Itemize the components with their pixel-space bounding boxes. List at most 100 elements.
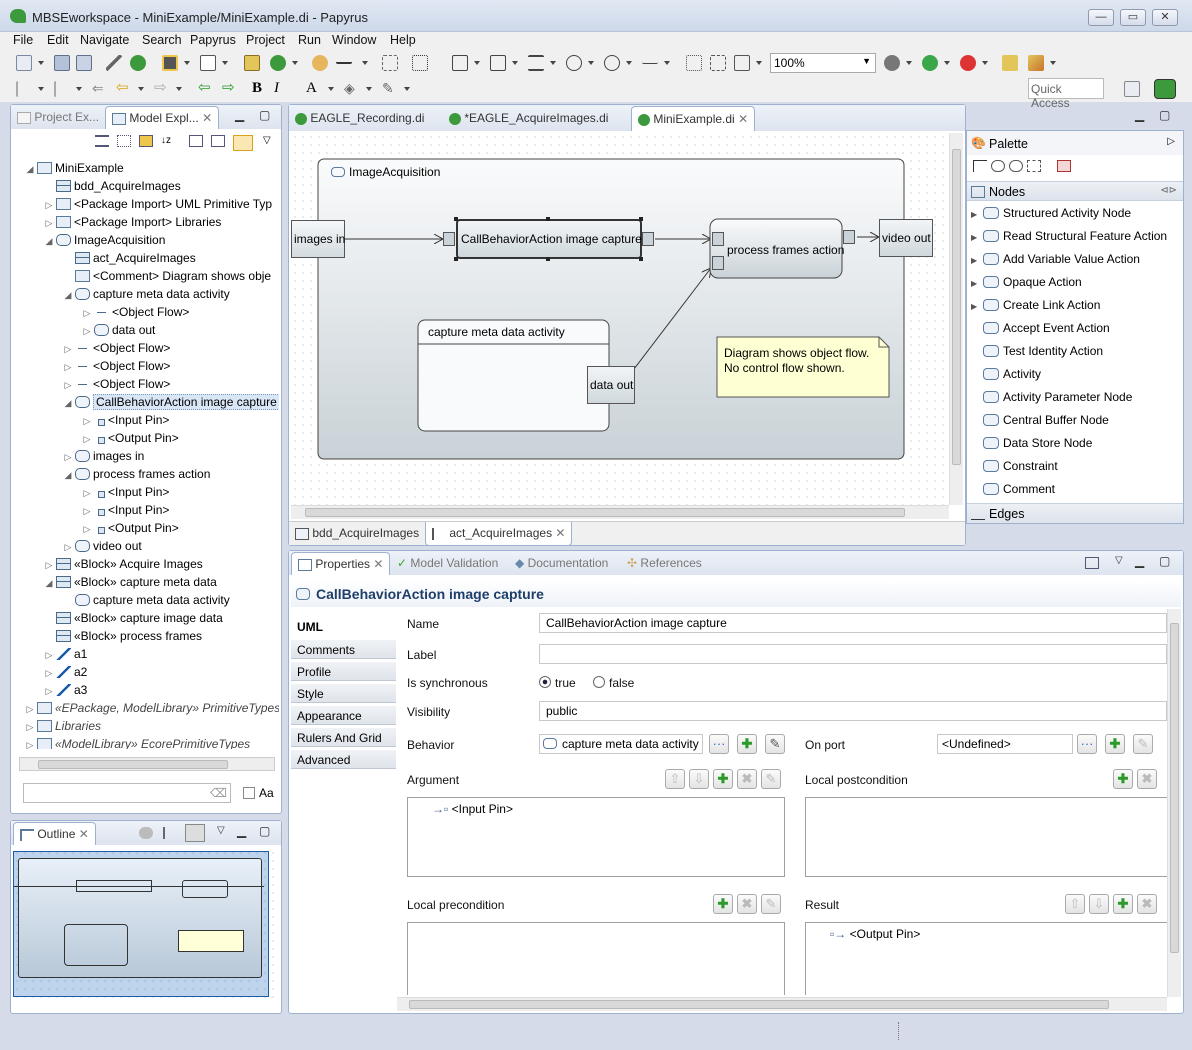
expand-stack-icon[interactable]: ▶: [971, 274, 983, 294]
on-port-browse-button[interactable]: ···: [1077, 734, 1097, 754]
editor-maximize-icon[interactable]: ▢: [1159, 108, 1170, 122]
tree-item[interactable]: ▷ a3: [44, 681, 88, 699]
outline-tree-mode-icon[interactable]: [139, 827, 153, 839]
menu-project[interactable]: Project: [246, 33, 285, 47]
tree-filter-input[interactable]: ⌫: [23, 783, 231, 803]
tab-properties[interactable]: Properties ✕: [291, 552, 391, 575]
process-input-pin-2[interactable]: [712, 256, 724, 270]
precondition-add-button[interactable]: ✚: [713, 894, 733, 914]
next-edit-icon[interactable]: ⇨: [154, 80, 170, 97]
tab-outline[interactable]: Outline ✕: [13, 822, 96, 845]
tree-hscroll-thumb[interactable]: [38, 760, 228, 769]
palette-collapse-icon[interactable]: ▷: [1167, 136, 1175, 147]
tab-project-explorer[interactable]: Project Ex...: [17, 110, 99, 124]
tree-item[interactable]: ▷ images in: [63, 447, 145, 466]
behavior-edit-button[interactable]: ✎: [765, 734, 785, 754]
pin-view-icon[interactable]: [1085, 557, 1099, 569]
palette-item[interactable]: Activity: [971, 364, 1041, 384]
open-icon[interactable]: [1002, 55, 1018, 71]
outline-overview-icon[interactable]: [185, 824, 205, 842]
outline-minimize-icon[interactable]: ▁: [237, 824, 246, 838]
back-icon[interactable]: ⇐: [92, 81, 108, 97]
zoom-select[interactable]: 100% ▼: [770, 53, 876, 73]
expand-arrow-icon[interactable]: ▷: [63, 358, 73, 376]
images-in-param[interactable]: images in: [291, 220, 345, 258]
menu-help[interactable]: Help: [390, 33, 416, 47]
edges-drawer-header[interactable]: Edges: [967, 503, 1183, 523]
tab-model-explorer[interactable]: Model Expl... ✕: [105, 106, 220, 129]
palette-item[interactable]: ▶ Create Link Action: [971, 295, 1100, 315]
diagram-hscroll-thumb[interactable]: [305, 508, 905, 517]
tree-item[interactable]: ◢ capture meta data activity: [63, 285, 230, 303]
palette-item[interactable]: ▶ Read Structural Feature Action: [971, 226, 1167, 246]
expand-arrow-icon[interactable]: ▷: [63, 448, 73, 466]
menu-file[interactable]: File: [13, 33, 33, 47]
maximize-view-icon[interactable]: ▢: [259, 108, 270, 122]
expand-arrow-icon[interactable]: ▷: [44, 664, 54, 682]
save-icon[interactable]: [54, 55, 70, 71]
tab-act-acquireimages[interactable]: act_AcquireImages ✕: [425, 522, 573, 546]
expand-stack-icon[interactable]: ▶: [971, 251, 983, 271]
palette-item[interactable]: ▶ Opaque Action: [971, 272, 1082, 292]
on-port-add-button[interactable]: ✚: [1105, 734, 1125, 754]
visibility-select[interactable]: public: [539, 701, 1167, 721]
result-down-button[interactable]: ⇩: [1089, 894, 1109, 914]
local-precondition-list[interactable]: [407, 922, 785, 995]
side-tab-style[interactable]: Style: [291, 683, 396, 703]
collapse-arrow-icon[interactable]: ◢: [44, 574, 54, 592]
expand-arrow-icon[interactable]: ▷: [82, 520, 92, 538]
expand-arrow-icon[interactable]: ▷: [44, 196, 54, 214]
expand-arrow-icon[interactable]: ▷: [44, 646, 54, 664]
expand-arrow-icon[interactable]: ▷: [25, 718, 35, 736]
expand-stack-icon[interactable]: ▶: [971, 205, 983, 225]
filter-icon[interactable]: [139, 135, 153, 147]
expand-arrow-icon[interactable]: ▷: [82, 502, 92, 520]
tree-item[interactable]: ▷ video out: [63, 537, 142, 555]
video-out-param[interactable]: video out: [879, 219, 933, 257]
argument-up-button[interactable]: ⇧: [665, 769, 685, 789]
properties-minimize-icon[interactable]: ▁: [1135, 554, 1144, 568]
folder-icon[interactable]: [244, 55, 260, 71]
papyrus-2-icon[interactable]: [270, 55, 286, 71]
argument-list[interactable]: →▫ <Input Pin>: [407, 797, 785, 877]
outline-viewport[interactable]: [13, 851, 269, 997]
argument-down-button[interactable]: ⇩: [689, 769, 709, 789]
close-outline-icon[interactable]: ✕: [79, 827, 89, 841]
arrow-icon[interactable]: [336, 55, 352, 64]
collapse-arrow-icon[interactable]: ◢: [25, 160, 35, 178]
local-postcondition-list[interactable]: [805, 797, 1167, 877]
side-tab-uml[interactable]: UML: [291, 617, 396, 637]
nav-down-icon[interactable]: [16, 81, 32, 97]
nodes-drawer-header[interactable]: Nodes ⊲⊳: [967, 181, 1183, 201]
side-tab-profile[interactable]: Profile: [291, 661, 396, 681]
tree-item[interactable]: «Block» capture image data: [44, 609, 223, 627]
tree-item[interactable]: «Block» process frames: [44, 627, 202, 645]
tree-item[interactable]: ▷ a1: [44, 645, 88, 664]
tree-item[interactable]: ▷ <Input Pin>: [82, 411, 170, 429]
palette-item[interactable]: Data Store Node: [971, 433, 1092, 453]
sort-az-icon[interactable]: ↓z: [161, 135, 175, 147]
palette-item[interactable]: Comment: [971, 479, 1055, 499]
minimize-view-icon[interactable]: ▁: [235, 108, 244, 122]
expand-all-icon[interactable]: [189, 135, 203, 147]
label-input[interactable]: [539, 644, 1167, 664]
expand-arrow-icon[interactable]: ▷: [82, 322, 92, 340]
sync-true-radio[interactable]: [539, 676, 551, 688]
properties-maximize-icon[interactable]: ▢: [1159, 554, 1170, 568]
side-tab-appearance[interactable]: Appearance: [291, 705, 396, 725]
pencil-icon[interactable]: [106, 55, 122, 71]
marquee-icon[interactable]: [1027, 160, 1041, 172]
editor-minimize-icon[interactable]: ▁: [1135, 108, 1144, 122]
prev-edit-icon[interactable]: ⇦: [116, 80, 132, 97]
line-color-icon[interactable]: ✎: [382, 81, 398, 97]
outline-menu-icon[interactable]: ▽: [217, 825, 225, 836]
pin-drawer-icon[interactable]: ⊲⊳: [1160, 185, 1177, 196]
tree-item[interactable]: ▷ Libraries: [25, 717, 102, 736]
expand-arrow-icon[interactable]: ▷: [82, 484, 92, 502]
close-diagram-tab-icon[interactable]: ✕: [555, 526, 565, 540]
result-remove-button[interactable]: ✖: [1137, 894, 1157, 914]
quick-access-input[interactable]: Quick Access: [1028, 78, 1104, 110]
papyrus-perspective-icon[interactable]: [1154, 79, 1176, 99]
tree-item[interactable]: ▷ <Object Flow>: [63, 375, 171, 393]
data-out-param[interactable]: data out: [587, 366, 635, 404]
